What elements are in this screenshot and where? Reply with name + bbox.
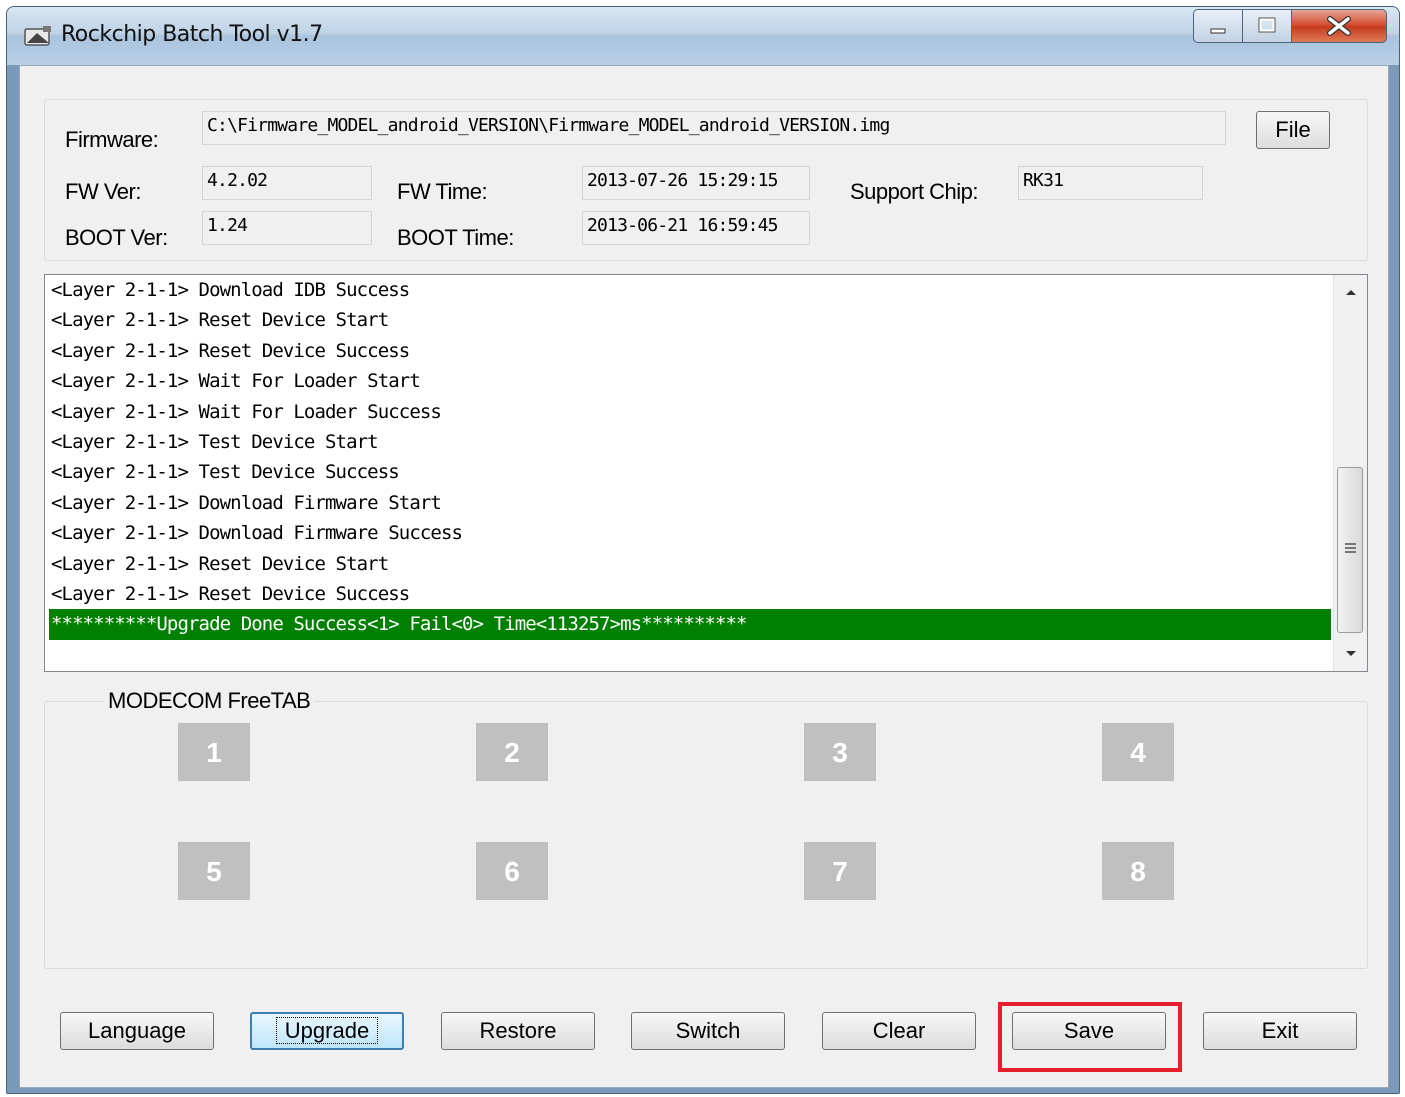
firmware-info-panel: Firmware: C:\Firmware_MODEL_android_VERS… <box>44 99 1368 261</box>
log-scrollbar[interactable] <box>1333 275 1367 671</box>
scroll-up-button[interactable] <box>1334 275 1367 309</box>
file-button[interactable]: File <box>1256 111 1330 149</box>
boot-time-value: 2013-06-21 16:59:45 <box>582 211 810 245</box>
log-line: <Layer 2-1-1> Reset Device Start <box>51 552 389 575</box>
log-lines: <Layer 2-1-1> Download IDB Success <Laye… <box>49 275 1331 671</box>
close-icon <box>1327 16 1351 36</box>
log-output[interactable]: <Layer 2-1-1> Download IDB Success <Laye… <box>44 274 1368 672</box>
arrow-down-icon <box>1345 651 1356 656</box>
device-slot-1: 1 <box>178 723 250 781</box>
boot-ver-label: BOOT Ver: <box>65 225 168 250</box>
rockchip-app-icon <box>24 26 51 46</box>
window-title: Rockchip Batch Tool v1.7 <box>61 22 323 47</box>
firmware-path-field: C:\Firmware_MODEL_android_VERSION\Firmwa… <box>202 111 1226 145</box>
close-button[interactable] <box>1291 9 1387 43</box>
log-line: <Layer 2-1-1> Test Device Success <box>51 461 400 484</box>
boot-ver-value: 1.24 <box>202 211 372 245</box>
log-line: <Layer 2-1-1> Reset Device Success <box>51 339 410 362</box>
log-line: <Layer 2-1-1> Reset Device Start <box>51 309 389 332</box>
scroll-thumb[interactable] <box>1337 467 1363 633</box>
switch-button[interactable]: Switch <box>631 1012 785 1050</box>
fw-ver-value: 4.2.02 <box>202 166 372 200</box>
device-slot-7: 7 <box>804 842 876 900</box>
arrow-up-icon <box>1345 290 1356 295</box>
upgrade-button[interactable]: Upgrade <box>250 1012 404 1050</box>
title-bar[interactable]: Rockchip Batch Tool v1.7 <box>7 7 1399 65</box>
device-slot-3: 3 <box>804 723 876 781</box>
log-line: <Layer 2-1-1> Wait For Loader Start <box>51 370 421 393</box>
log-line-upgrade-result: **********Upgrade Done Success<1> Fail<0… <box>49 609 1331 640</box>
maximize-icon <box>1258 17 1276 33</box>
upgrade-button-label: Upgrade <box>275 1017 379 1044</box>
minimize-icon <box>1210 28 1226 34</box>
device-slot-6: 6 <box>476 842 548 900</box>
fw-time-value: 2013-07-26 15:29:15 <box>582 166 810 200</box>
exit-button[interactable]: Exit <box>1203 1012 1357 1050</box>
language-button[interactable]: Language <box>60 1012 214 1050</box>
log-line: <Layer 2-1-1> Download Firmware Success <box>51 522 463 545</box>
device-group-title: MODECOM FreeTAB <box>104 688 315 714</box>
fw-time-label: FW Time: <box>397 179 488 204</box>
fw-ver-label: FW Ver: <box>65 179 141 204</box>
log-line: <Layer 2-1-1> Wait For Loader Success <box>51 400 442 423</box>
save-button[interactable]: Save <box>1012 1012 1166 1050</box>
log-line: <Layer 2-1-1> Download Firmware Start <box>51 491 442 514</box>
device-slot-4: 4 <box>1102 723 1174 781</box>
log-line: <Layer 2-1-1> Test Device Start <box>51 430 379 453</box>
log-line: <Layer 2-1-1> Download IDB Success <box>51 279 410 301</box>
device-slot-8: 8 <box>1102 842 1174 900</box>
restore-button[interactable]: Restore <box>441 1012 595 1050</box>
support-chip-label: Support Chip: <box>850 179 979 204</box>
clear-button[interactable]: Clear <box>822 1012 976 1050</box>
boot-time-label: BOOT Time: <box>397 225 514 250</box>
support-chip-value: RK31 <box>1018 166 1203 200</box>
grip-icon <box>1345 543 1356 553</box>
device-slot-5: 5 <box>178 842 250 900</box>
log-line: <Layer 2-1-1> Reset Device Success <box>51 582 410 605</box>
client-area: Firmware: C:\Firmware_MODEL_android_VERS… <box>19 65 1389 1088</box>
maximize-button[interactable] <box>1242 9 1292 43</box>
scroll-down-button[interactable] <box>1334 637 1367 671</box>
app-window: Rockchip Batch Tool v1.7 Firmware: C:\Fi… <box>6 6 1400 1094</box>
firmware-label: Firmware: <box>65 127 159 152</box>
minimize-button[interactable] <box>1193 9 1243 43</box>
device-slot-2: 2 <box>476 723 548 781</box>
